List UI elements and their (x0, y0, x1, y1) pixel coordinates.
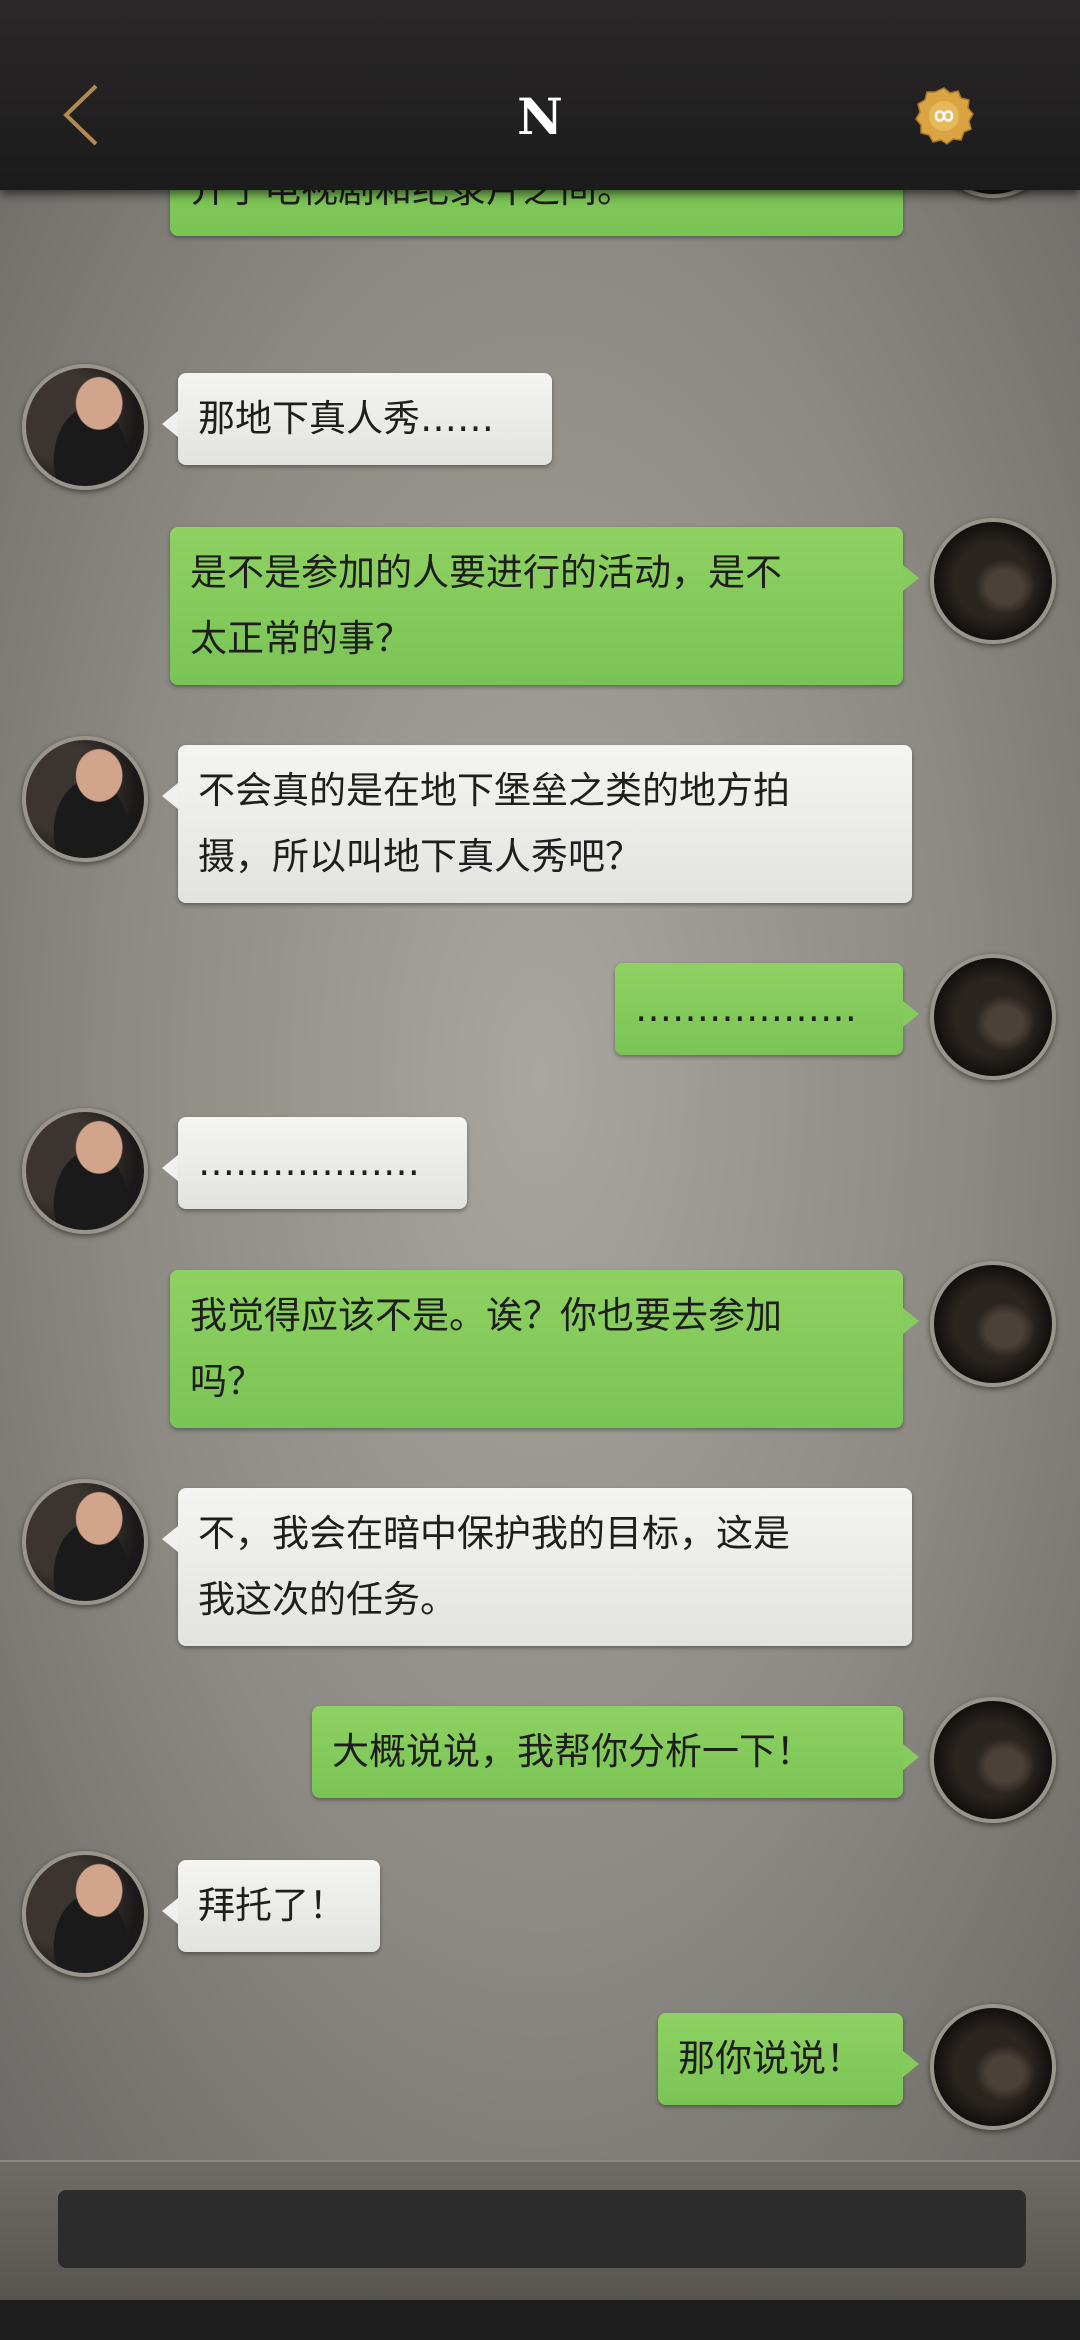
message-text-line: 不，我会在暗中保护我的目标，这是 (198, 1512, 790, 1555)
message-text-line: 不会真的是在地下堡垒之类的地方拍 (198, 769, 790, 812)
contact-avatar[interactable] (22, 364, 148, 490)
sent-message-bubble[interactable]: 是不是参加的人要进行的活动，是不 太正常的事？ (170, 527, 919, 685)
top-bar: N (0, 0, 1080, 190)
message-text-line: 那地下真人秀…… (198, 397, 494, 440)
sent-message-bubble[interactable]: ……………… (615, 963, 919, 1055)
infinity-coin-icon[interactable] (914, 86, 974, 146)
sent-message-bubble[interactable]: 大概说说，我帮你分析一下！ (312, 1706, 919, 1798)
message-text-line: ……………… (198, 1141, 420, 1184)
message-text-line: 拜托了！ (198, 1884, 346, 1927)
message-text-line: 大概说说，我帮你分析一下！ (332, 1730, 813, 1773)
message-text-line: 我这次的任务。 (198, 1578, 457, 1621)
my-avatar[interactable] (930, 190, 1056, 198)
received-message-bubble[interactable]: ……………… (162, 1117, 467, 1209)
bottom-strip (0, 2300, 1080, 2340)
received-message-bubble[interactable]: 不会真的是在地下堡垒之类的地方拍 摄，所以叫地下真人秀吧？ (162, 745, 912, 903)
contact-avatar[interactable] (22, 1851, 148, 1977)
my-avatar[interactable] (930, 1697, 1056, 1823)
contact-avatar[interactable] (22, 736, 148, 862)
chat-area[interactable]: 分很多类型，简单说就是半真半假。介于电视剧和纪录片之间。那地下真人秀…… 是不是参… (0, 190, 1080, 2160)
contact-avatar[interactable] (22, 1108, 148, 1234)
my-avatar[interactable] (930, 518, 1056, 644)
received-message-bubble[interactable]: 不，我会在暗中保护我的目标，这是 我这次的任务。 (162, 1488, 912, 1646)
message-text-line: 介于电视剧和纪录片之间。 (190, 190, 883, 223)
message-text-line: 那你说说！ (678, 2037, 863, 2080)
message-text-line: 是不是参加的人要进行的活动，是不 (190, 551, 782, 594)
my-avatar[interactable] (930, 2004, 1056, 2130)
sent-message-bubble[interactable]: 分很多类型，简单说就是半真半假。介于电视剧和纪录片之间。 (170, 190, 903, 236)
received-message-bubble[interactable]: 那地下真人秀…… (162, 373, 552, 465)
received-message-bubble[interactable]: 拜托了！ (162, 1860, 380, 1952)
my-avatar[interactable] (930, 954, 1056, 1080)
message-text-line: 摄，所以叫地下真人秀吧？ (198, 835, 642, 878)
input-bar (0, 2160, 1080, 2302)
message-text-line: 我觉得应该不是。诶？你也要去参加 (190, 1294, 782, 1337)
message-text-line: 吗？ (190, 1360, 264, 1403)
sent-message-bubble[interactable]: 那你说说！ (658, 2013, 919, 2105)
message-text-line: ……………… (635, 987, 857, 1030)
message-text-line: 太正常的事？ (190, 617, 412, 660)
message-input[interactable] (58, 2190, 1026, 2268)
sent-message-bubble[interactable]: 我觉得应该不是。诶？你也要去参加 吗？ (170, 1270, 919, 1428)
contact-avatar[interactable] (22, 1479, 148, 1605)
my-avatar[interactable] (930, 1261, 1056, 1387)
